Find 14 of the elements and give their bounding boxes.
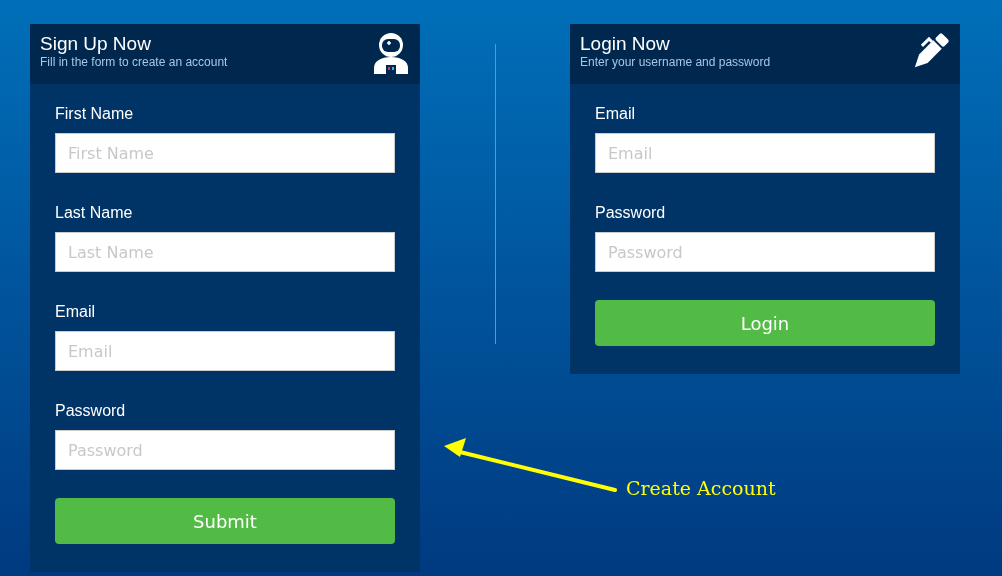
submit-button[interactable]: Login: [595, 300, 935, 346]
field-label: First Name: [55, 105, 134, 123]
form-title: Sign Up Now: [40, 32, 152, 55]
field-label: Password: [595, 204, 666, 222]
form-title: Login Now: [580, 32, 671, 55]
annotation-text: Create Account: [626, 476, 776, 501]
form-subtitle: Fill in the form to create an account: [40, 55, 228, 69]
submit-button[interactable]: Submit: [55, 498, 395, 544]
field-label: Password: [55, 402, 126, 420]
form-subtitle: Enter your username and password: [580, 55, 771, 69]
field-label: Email: [595, 105, 635, 123]
field-label: Email: [55, 303, 95, 321]
astronaut-icon: [372, 32, 410, 74]
field-label: Last Name: [55, 204, 133, 222]
